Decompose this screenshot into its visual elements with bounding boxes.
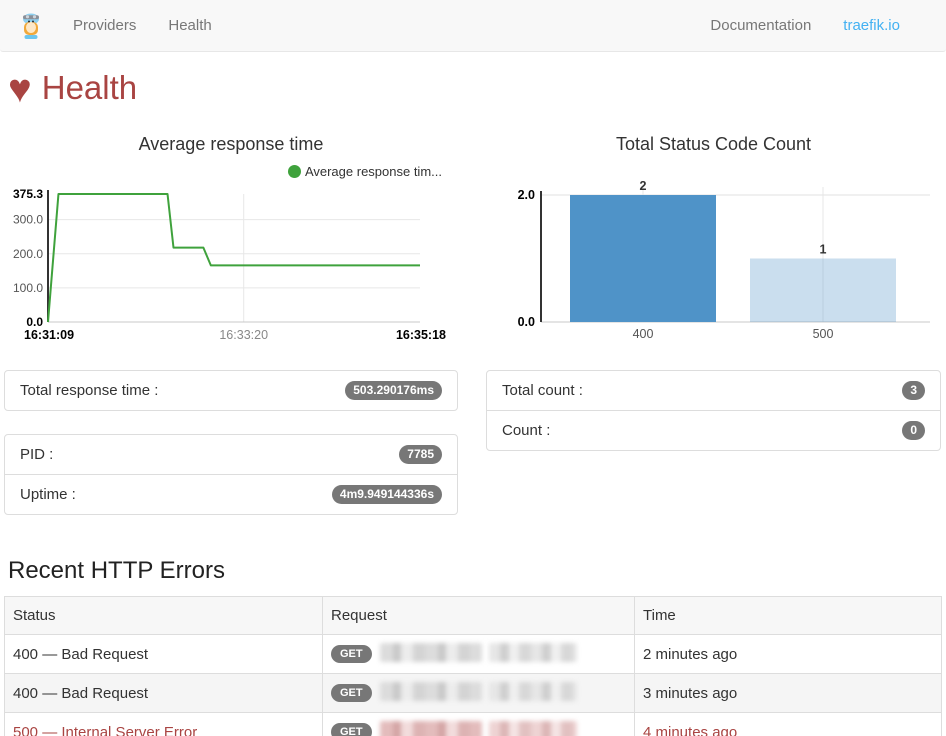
recent-errors-heading: Recent HTTP Errors [8, 555, 938, 587]
traefik-logo[interactable] [0, 12, 57, 40]
line-chart-legend: Average response tim... [4, 161, 458, 181]
error-status: 400 — Bad Request [13, 685, 148, 702]
errors-header-row: Status Request Time [5, 597, 942, 635]
svg-text:300.0: 300.0 [13, 213, 43, 227]
chart-spacer [486, 157, 941, 181]
redacted-request-url [489, 643, 577, 662]
total-count-label: Total count : [502, 381, 583, 400]
method-badge: GET [331, 684, 372, 702]
nav-item-providers[interactable]: Providers [57, 0, 152, 52]
svg-text:100.0: 100.0 [13, 281, 43, 295]
svg-text:16:33:20: 16:33:20 [219, 328, 268, 341]
status-code-column: Total Status Code Count 2 400 1 500 2.0 0.0 T… [486, 115, 941, 515]
errors-table: Status Request Time 400 — Bad Request GE… [4, 596, 942, 736]
svg-text:0.0: 0.0 [26, 315, 43, 329]
total-response-time-badge: 503.290176ms [345, 381, 442, 400]
redacted-request-url [380, 643, 482, 662]
page-title-text: Health [42, 69, 137, 106]
uptime-label: Uptime : [20, 485, 76, 504]
pid-badge: 7785 [399, 445, 442, 464]
svg-text:2.0: 2.0 [518, 188, 535, 202]
legend-label: Average response tim... [305, 164, 442, 179]
counts-panel: Total count : 3 Count : 0 [486, 370, 941, 451]
total-response-time-label: Total response time : [20, 381, 158, 400]
error-status: 500 — Internal Server Error [13, 724, 197, 736]
uptime-badge: 4m9.949144336s [332, 485, 442, 504]
line-chart-title: Average response time [4, 131, 458, 157]
method-badge: GET [331, 723, 372, 736]
svg-text:1: 1 [820, 243, 827, 257]
total-count-badge: 3 [902, 381, 925, 400]
pid-label: PID : [20, 445, 53, 464]
redacted-request-url [380, 682, 482, 701]
nav-item-documentation[interactable]: Documentation [694, 0, 827, 52]
nav-item-health[interactable]: Health [152, 0, 227, 52]
method-badge: GET [331, 645, 372, 663]
col-status: Status [5, 597, 323, 635]
col-request: Request [323, 597, 635, 635]
response-time-column: Average response time Average response t… [4, 115, 458, 515]
total-response-time-row: Total response time : 503.290176ms [5, 371, 457, 410]
error-status: 400 — Bad Request [13, 646, 148, 663]
pid-row: PID : 7785 [5, 435, 457, 474]
redacted-request-url [489, 682, 577, 701]
traefik-mascot-icon [19, 12, 43, 40]
count-row: Count : 0 [487, 410, 940, 450]
count-badge: 0 [902, 421, 925, 440]
svg-text:16:31:09: 16:31:09 [24, 328, 74, 341]
legend-marker [288, 165, 301, 178]
process-info-panel: PID : 7785 Uptime : 4m9.949144336s [4, 434, 458, 515]
nav-left-links: Providers Health [57, 0, 228, 52]
nav-item-traefik-io[interactable]: traefik.io [827, 0, 916, 52]
error-time: 2 minutes ago [643, 646, 737, 663]
error-time: 4 minutes ago [643, 724, 737, 736]
col-time: Time [635, 597, 942, 635]
bar-chart-title: Total Status Code Count [486, 131, 941, 157]
response-time-chart: 375.3 300.0 200.0 100.0 0.016:31:09 16:33:20 1… [4, 181, 458, 346]
heart-icon: ♥ [8, 67, 32, 111]
redacted-request-url [489, 721, 577, 736]
svg-text:400: 400 [633, 327, 654, 341]
page-title: ♥ Health [8, 64, 938, 113]
error-row: 500 — Internal Server Error GET 4 minute… [5, 713, 942, 736]
svg-text:500: 500 [813, 327, 834, 341]
count-label: Count : [502, 421, 550, 440]
error-row: 400 — Bad Request GET 2 minutes ago [5, 635, 942, 674]
redacted-request-url [380, 721, 482, 736]
total-response-time-panel: Total response time : 503.290176ms [4, 370, 458, 411]
status-code-chart: 2 400 1 500 2.0 0.0 [486, 181, 941, 346]
nav-right-links: Documentation traefik.io [694, 0, 946, 52]
error-row: 400 — Bad Request GET 3 minutes ago [5, 674, 942, 713]
uptime-row: Uptime : 4m9.949144336s [5, 474, 457, 514]
svg-text:16:35:18: 16:35:18 [396, 328, 446, 341]
svg-text:375.3: 375.3 [13, 187, 43, 201]
error-time: 3 minutes ago [643, 685, 737, 702]
svg-text:2: 2 [640, 181, 647, 193]
top-navbar: Providers Health Documentation traefik.i… [0, 0, 946, 52]
svg-text:0.0: 0.0 [518, 315, 535, 329]
svg-text:200.0: 200.0 [13, 247, 43, 261]
total-count-row: Total count : 3 [487, 371, 940, 410]
